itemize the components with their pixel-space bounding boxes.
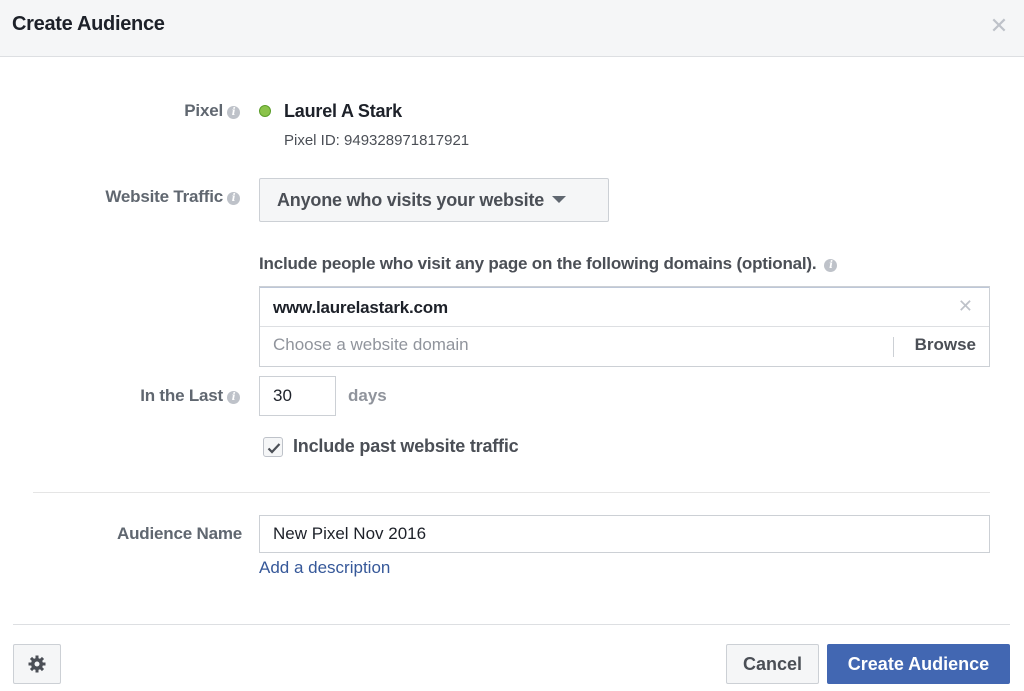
browse-separator bbox=[893, 337, 894, 357]
cancel-button[interactable]: Cancel bbox=[726, 644, 819, 684]
section-divider bbox=[33, 492, 990, 493]
create-audience-button[interactable]: Create Audience bbox=[827, 644, 1010, 684]
past-traffic-label[interactable]: Include past website traffic bbox=[293, 436, 519, 457]
info-icon[interactable]: i bbox=[227, 192, 240, 205]
remove-domain-icon[interactable]: ✕ bbox=[958, 296, 973, 317]
in-the-last-label-row: In the Last i bbox=[60, 386, 240, 406]
pixel-label-row: Pixel i bbox=[120, 101, 240, 121]
domain-selector: www.laurelastark.com ✕ Browse bbox=[259, 286, 990, 367]
past-traffic-checkbox[interactable] bbox=[263, 437, 283, 457]
days-input[interactable] bbox=[259, 376, 336, 416]
checkmark-icon bbox=[267, 443, 281, 454]
info-icon[interactable]: i bbox=[227, 106, 240, 119]
days-unit: days bbox=[348, 386, 387, 405]
domains-label-row: Include people who visit any page on the… bbox=[259, 254, 838, 274]
domain-token-text: www.laurelastark.com bbox=[273, 298, 448, 317]
caret-down-icon bbox=[552, 196, 567, 203]
audience-name-input[interactable] bbox=[259, 515, 990, 553]
domain-search-input[interactable] bbox=[273, 335, 873, 355]
pixel-status-dot bbox=[259, 105, 271, 117]
website-traffic-selected: Anyone who visits your website bbox=[277, 190, 545, 210]
website-traffic-dropdown[interactable]: Anyone who visits your website bbox=[259, 178, 609, 222]
close-icon[interactable]: ✕ bbox=[988, 14, 1010, 38]
info-icon[interactable]: i bbox=[824, 259, 838, 272]
in-the-last-label: In the Last bbox=[140, 386, 223, 405]
website-traffic-label-row: Website Traffic i bbox=[40, 187, 240, 207]
pixel-name: Laurel A Stark bbox=[284, 101, 402, 121]
audience-name-label: Audience Name bbox=[117, 524, 242, 543]
footer-divider bbox=[13, 624, 1010, 625]
gear-icon bbox=[28, 655, 46, 673]
website-traffic-label: Website Traffic bbox=[105, 187, 223, 206]
dialog-title: Create Audience bbox=[12, 13, 165, 35]
settings-button[interactable] bbox=[13, 644, 61, 684]
dialog-header: Create Audience ✕ bbox=[0, 0, 1024, 57]
add-description-link[interactable]: Add a description bbox=[259, 558, 390, 578]
pixel-id: Pixel ID: 949328971817921 bbox=[284, 132, 470, 149]
domains-label: Include people who visit any page on the… bbox=[259, 254, 817, 273]
pixel-label: Pixel bbox=[184, 101, 223, 120]
domain-token: www.laurelastark.com ✕ bbox=[260, 287, 989, 327]
browse-button[interactable]: Browse bbox=[915, 335, 976, 355]
info-icon[interactable]: i bbox=[227, 391, 240, 404]
